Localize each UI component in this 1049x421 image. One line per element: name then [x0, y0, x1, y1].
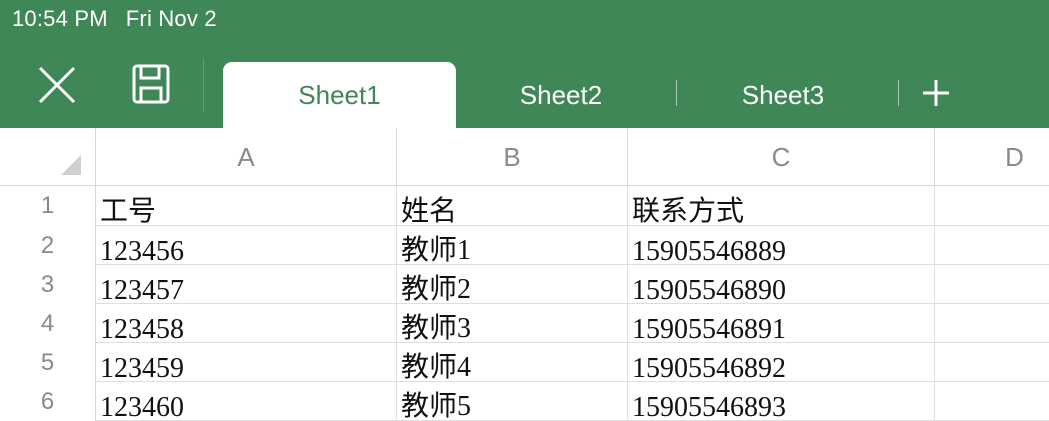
cell-text: 教师1 [401, 235, 472, 265]
tab-divider [676, 80, 677, 106]
cell-c1[interactable]: 联系方式 [628, 186, 935, 226]
cell-c5[interactable]: 15905546892 [628, 343, 935, 382]
row-header[interactable]: 2 [0, 226, 96, 265]
save-icon [132, 64, 170, 104]
plus-icon [923, 80, 949, 106]
cell-a2[interactable]: 123456 [96, 226, 397, 265]
cell-text: 15905546893 [632, 392, 786, 421]
cell-c2[interactable]: 15905546889 [628, 226, 935, 265]
cell-a6[interactable]: 123460 [96, 382, 397, 421]
cell-c3[interactable]: 15905546890 [628, 265, 935, 304]
cell-a4[interactable]: 123458 [96, 304, 397, 343]
cell-text: 姓名 [401, 196, 458, 226]
top-toolbar: 10:54 PM Fri Nov 2 Sheet1 Sheet2 Sheet3 [0, 0, 1049, 128]
cell-d6[interactable] [935, 382, 1049, 421]
cell-text: 123456 [100, 236, 184, 265]
cell-d2[interactable] [935, 226, 1049, 265]
row-header[interactable]: 1 [0, 186, 96, 226]
status-bar: 10:54 PM Fri Nov 2 [12, 6, 217, 32]
close-button[interactable] [34, 62, 80, 108]
cell-text: 联系方式 [632, 196, 745, 226]
cell-text: 15905546890 [632, 275, 786, 304]
cell-text: 工号 [100, 196, 157, 226]
cell-text: 教师4 [401, 352, 472, 382]
row-header[interactable]: 4 [0, 304, 96, 343]
cell-b5[interactable]: 教师4 [397, 343, 628, 382]
cell-text: 教师2 [401, 274, 472, 304]
status-date: Fri Nov 2 [125, 6, 217, 31]
cell-text: 15905546891 [632, 314, 786, 343]
status-time: 10:54 PM [12, 6, 108, 31]
column-header-b[interactable]: B [397, 128, 628, 186]
cell-text: 15905546892 [632, 353, 786, 382]
cell-b4[interactable]: 教师3 [397, 304, 628, 343]
cell-text: 123458 [100, 314, 184, 343]
row-header[interactable]: 5 [0, 343, 96, 382]
cell-text: 123460 [100, 392, 184, 421]
spreadsheet-grid[interactable]: A B C D 1 工号 姓名 联系方式 2 123456 教师1 159055… [0, 128, 1049, 421]
cell-text: 123459 [100, 353, 184, 382]
column-header-d[interactable]: D [935, 128, 1049, 186]
cell-d1[interactable] [935, 186, 1049, 226]
cell-d3[interactable] [935, 265, 1049, 304]
toolbar-divider [203, 58, 204, 112]
column-header-c[interactable]: C [628, 128, 935, 186]
save-button[interactable] [128, 62, 174, 108]
cell-d5[interactable] [935, 343, 1049, 382]
cell-b6[interactable]: 教师5 [397, 382, 628, 421]
tab-sheet3[interactable]: Sheet3 [678, 62, 888, 128]
cell-a5[interactable]: 123459 [96, 343, 397, 382]
cell-b1[interactable]: 姓名 [397, 186, 628, 226]
cell-d4[interactable] [935, 304, 1049, 343]
cell-b2[interactable]: 教师1 [397, 226, 628, 265]
cell-text: 15905546889 [632, 236, 786, 265]
cell-b3[interactable]: 教师2 [397, 265, 628, 304]
row-header[interactable]: 3 [0, 265, 96, 304]
tab-divider [898, 80, 899, 106]
row-header[interactable]: 6 [0, 382, 96, 421]
cell-text: 教师3 [401, 313, 472, 343]
select-all-icon [61, 155, 81, 175]
cell-a1[interactable]: 工号 [96, 186, 397, 226]
select-all-corner[interactable] [0, 128, 96, 186]
cell-c6[interactable]: 15905546893 [628, 382, 935, 421]
close-icon [38, 66, 76, 104]
cell-a3[interactable]: 123457 [96, 265, 397, 304]
tab-sheet1[interactable]: Sheet1 [223, 62, 456, 128]
cell-c4[interactable]: 15905546891 [628, 304, 935, 343]
tab-sheet2[interactable]: Sheet2 [456, 62, 666, 128]
cell-text: 教师5 [401, 391, 472, 421]
add-sheet-button[interactable] [914, 70, 958, 116]
cell-text: 123457 [100, 275, 184, 304]
column-header-a[interactable]: A [96, 128, 397, 186]
